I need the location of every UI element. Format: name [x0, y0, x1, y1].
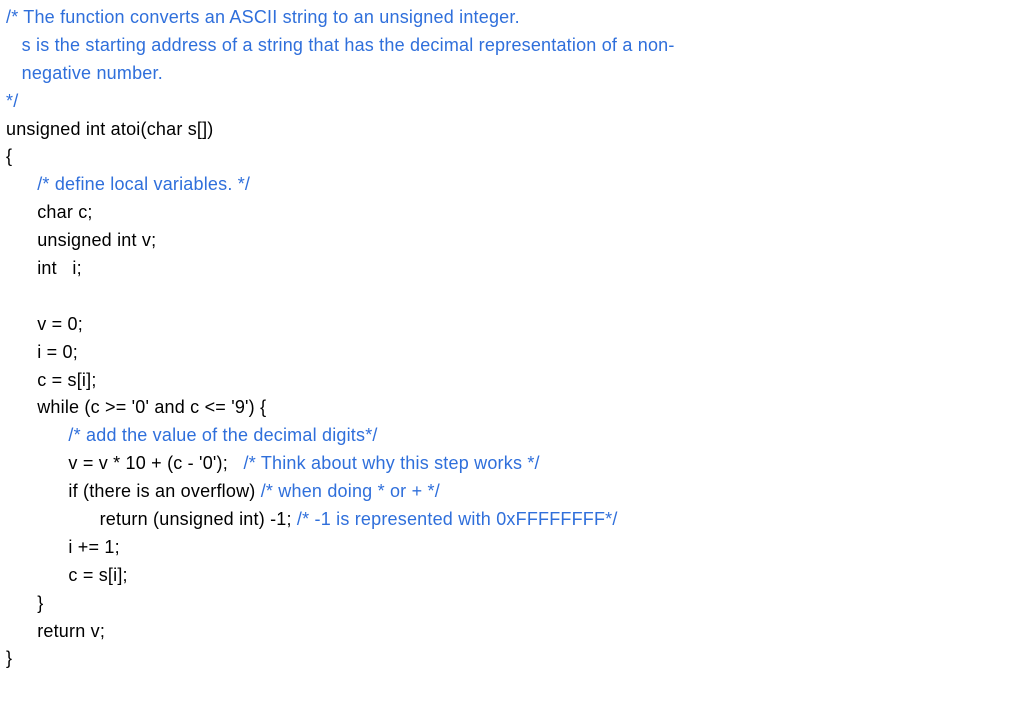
comment-overflow: /* when doing * or + */ [261, 481, 440, 501]
code-line-i-incr: i += 1; [6, 537, 120, 557]
comment-line-1: /* The function converts an ASCII string… [6, 7, 520, 27]
code-line-return-v: return v; [6, 621, 105, 641]
code-line-close-brace-loop: } [6, 593, 43, 613]
code-line-c-si-again: c = s[i]; [6, 565, 128, 585]
code-line-int-i: int i; [6, 258, 82, 278]
comment-local-vars: /* define local variables. */ [37, 174, 250, 194]
code-indent [6, 174, 37, 194]
comment-neg1-hex: /* -1 is represented with 0xFFFFFFFF*/ [297, 509, 618, 529]
code-line-uint-v: unsigned int v; [6, 230, 156, 250]
code-line-char-c: char c; [6, 202, 93, 222]
code-line-accum: v = v * 10 + (c - '0'); [6, 453, 244, 473]
code-line-return-neg1: return (unsigned int) -1; [6, 509, 297, 529]
code-line-while: while (c >= '0' and c <= '9') { [6, 397, 266, 417]
comment-line-4: */ [6, 91, 18, 111]
code-line-v-zero: v = 0; [6, 314, 83, 334]
code-line-c-si: c = s[i]; [6, 370, 97, 390]
code-block: /* The function converts an ASCII string… [0, 0, 1024, 677]
code-line-func-decl: unsigned int atoi(char s[]) [6, 119, 214, 139]
code-line-if-overflow: if (there is an overflow) [6, 481, 261, 501]
code-line-open-brace: { [6, 146, 12, 166]
comment-think: /* Think about why this step works */ [244, 453, 540, 473]
code-indent-2 [6, 425, 68, 445]
comment-add-digits: /* add the value of the decimal digits*/ [68, 425, 377, 445]
comment-line-3: negative number. [6, 63, 163, 83]
code-line-i-zero: i = 0; [6, 342, 78, 362]
code-line-close-brace-func: } [6, 648, 12, 668]
comment-line-2: s is the starting address of a string th… [6, 35, 675, 55]
